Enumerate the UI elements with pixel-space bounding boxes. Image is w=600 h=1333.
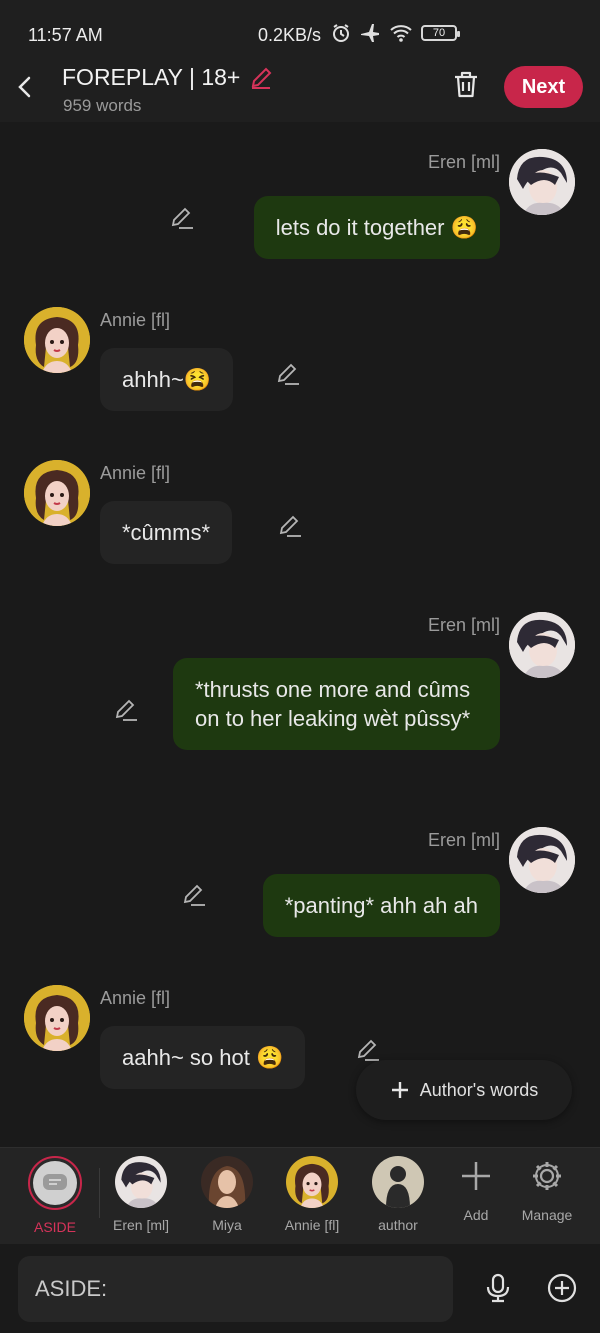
add-character-button[interactable]: Add <box>436 1156 516 1223</box>
character-aside[interactable]: ASIDE <box>15 1156 95 1235</box>
add-label: Add <box>463 1207 489 1223</box>
battery-icon: 70 <box>421 25 460 41</box>
miya-avatar <box>201 1156 253 1208</box>
sender-name: Annie [fl] <box>100 988 171 1008</box>
annie-avatar[interactable] <box>24 307 90 373</box>
aside-icon <box>28 1156 82 1210</box>
status-time: 11:57 AM <box>28 25 103 45</box>
character-label: ASIDE <box>33 1219 76 1235</box>
eren-avatar[interactable] <box>509 149 575 215</box>
add-circle-icon[interactable] <box>546 1272 578 1304</box>
alarm-icon <box>333 24 349 42</box>
eren-avatar <box>115 1156 167 1208</box>
character-miya[interactable]: Miya <box>187 1156 267 1233</box>
sender-name: Annie [fl] <box>100 310 171 330</box>
manage-button[interactable]: Manage <box>507 1156 587 1223</box>
character-bar: ASIDE Eren [ml] Miya Annie [fl] author A… <box>0 1147 600 1244</box>
app-header: FOREPLAY | 18+ 959 words Next <box>0 58 600 122</box>
character-annie[interactable]: Annie [fl] <box>272 1156 352 1233</box>
edit-message-icon[interactable] <box>275 361 301 387</box>
battery-level: 70 <box>432 27 446 39</box>
character-label: Eren [ml] <box>112 1217 169 1233</box>
annie-avatar[interactable] <box>24 985 90 1051</box>
edit-message-icon[interactable] <box>277 513 303 539</box>
divider <box>99 1168 100 1218</box>
sender-name: Eren [ml] <box>427 830 500 850</box>
edit-message-icon[interactable] <box>113 697 139 723</box>
network-speed: 0.2KB/s <box>258 25 322 45</box>
authors-words-button[interactable]: Author's words <box>356 1060 572 1120</box>
message-bubble[interactable]: aahh~ so hot 😩 <box>100 1026 306 1089</box>
trash-icon[interactable] <box>449 68 483 102</box>
airplane-icon <box>361 24 379 42</box>
edit-title-icon[interactable] <box>248 65 274 91</box>
edit-message-icon[interactable] <box>169 205 195 231</box>
edit-message-icon[interactable] <box>355 1037 381 1063</box>
story-title: FOREPLAY | 18+ <box>62 64 241 90</box>
manage-label: Manage <box>521 1207 573 1223</box>
message-bubble[interactable]: ahhh~😫 <box>100 348 234 411</box>
plus-icon <box>462 1162 490 1190</box>
character-label: Annie [fl] <box>284 1217 340 1233</box>
author-avatar <box>372 1156 424 1208</box>
sender-name: Eren [ml] <box>427 615 500 635</box>
character-label: Miya <box>212 1217 242 1233</box>
wifi-icon <box>390 25 412 42</box>
message-input[interactable]: ASIDE: <box>18 1256 453 1322</box>
back-arrow-icon[interactable] <box>12 72 38 102</box>
message-bubble[interactable]: *thrusts one more and cûms on to her lea… <box>173 658 500 750</box>
character-eren[interactable]: Eren [ml] <box>101 1156 181 1233</box>
page-title: FOREPLAY | 18+ <box>62 64 274 91</box>
microphone-icon[interactable] <box>482 1272 514 1304</box>
character-author[interactable]: author <box>358 1156 438 1233</box>
eren-avatar[interactable] <box>509 827 575 893</box>
sender-name: Annie [fl] <box>100 463 171 483</box>
sender-name: Eren [ml] <box>427 152 500 172</box>
composer: ASIDE: <box>0 1244 600 1333</box>
message-bubble[interactable]: *cûmms* <box>100 501 233 564</box>
word-count: 959 words <box>63 96 142 115</box>
next-button[interactable]: Next <box>504 66 583 108</box>
annie-avatar[interactable] <box>24 460 90 526</box>
message-bubble[interactable]: *panting* ahh ah ah <box>262 874 500 937</box>
edit-message-icon[interactable] <box>181 882 207 908</box>
authors-words-label: Author's words <box>419 1079 539 1100</box>
character-label: author <box>378 1217 418 1233</box>
annie-avatar <box>286 1156 338 1208</box>
message-bubble[interactable]: lets do it together 😩 <box>253 196 500 259</box>
eren-avatar[interactable] <box>509 612 575 678</box>
gear-icon <box>533 1162 561 1190</box>
chat-area[interactable]: Eren [ml] lets do it together 😩 Annie [f… <box>0 122 600 1147</box>
plus-icon <box>391 1082 408 1098</box>
